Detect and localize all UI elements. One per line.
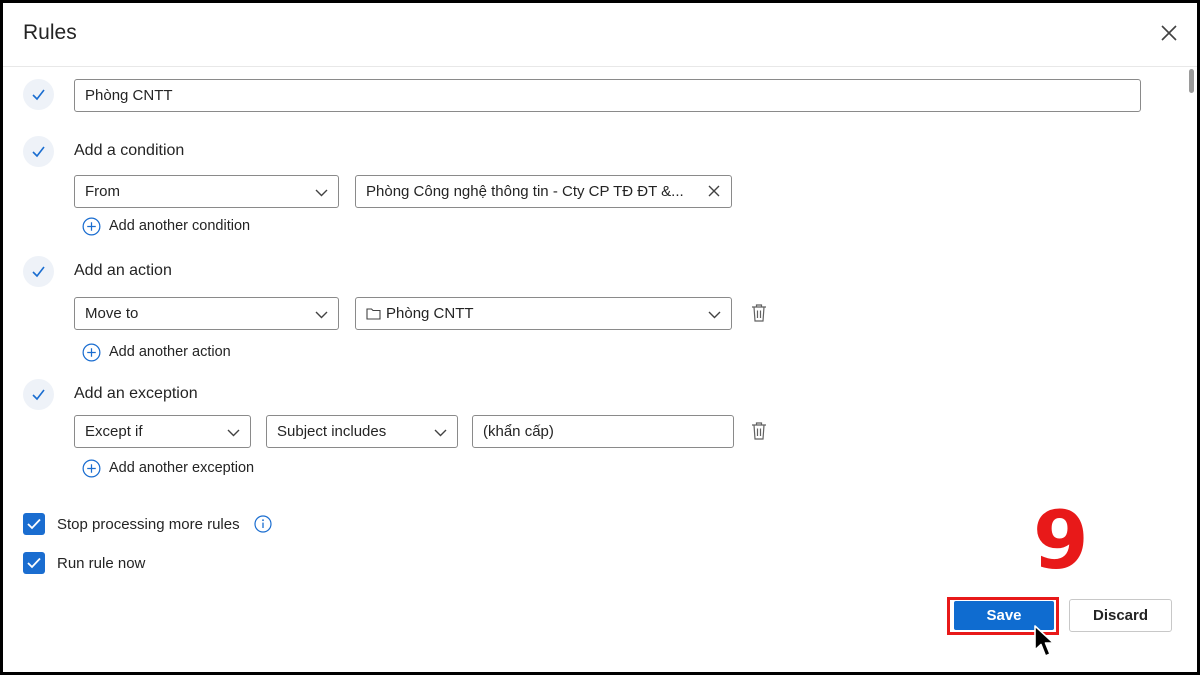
stop-processing-checkbox[interactable]: [23, 513, 45, 535]
check-icon: [32, 266, 45, 278]
exception-value-input[interactable]: (khẩn cấp): [472, 415, 734, 448]
exception-field-value: Subject includes: [277, 423, 387, 440]
action-label: Add an action: [74, 262, 172, 279]
condition-value-text: Phòng Công nghệ thông tin - Cty CP TĐ ĐT…: [366, 183, 684, 200]
step-check-exception: [23, 379, 54, 410]
close-icon: [1161, 25, 1177, 41]
step-check-condition: [23, 136, 54, 167]
step-check-name: [23, 79, 54, 110]
chevron-down-icon: [315, 311, 328, 319]
exception-label: Add an exception: [74, 385, 198, 402]
add-action-button[interactable]: Add another action: [82, 341, 231, 363]
stop-processing-option: Stop processing more rules: [23, 513, 272, 535]
run-now-checkbox[interactable]: [23, 552, 45, 574]
exception-field-dropdown[interactable]: Subject includes: [266, 415, 458, 448]
exception-type-dropdown[interactable]: Except if: [74, 415, 251, 448]
add-exception-button[interactable]: Add another exception: [82, 457, 254, 479]
check-icon: [32, 89, 45, 101]
action-folder-dropdown[interactable]: Phòng CNTT: [355, 297, 732, 330]
trash-icon: [752, 304, 766, 322]
cursor-icon: [1034, 625, 1055, 657]
discard-button[interactable]: Discard: [1069, 599, 1172, 632]
dialog-title: Rules: [23, 21, 77, 44]
step-check-action: [23, 256, 54, 287]
rules-dialog: Rules Phòng CNTT Add a condition From Ph…: [3, 3, 1197, 672]
chevron-down-icon: [434, 429, 447, 437]
add-condition-label: Add another condition: [109, 218, 251, 234]
dialog-header: Rules: [3, 3, 1197, 67]
condition-field-dropdown[interactable]: From: [74, 175, 339, 208]
info-icon[interactable]: [253, 515, 272, 533]
trash-icon: [752, 422, 766, 440]
plus-circle-icon: [82, 459, 101, 477]
check-icon: [27, 518, 41, 530]
add-condition-button[interactable]: Add another condition: [82, 215, 250, 237]
close-icon[interactable]: [707, 184, 721, 198]
chevron-down-icon: [315, 189, 328, 197]
action-folder-value: Phòng CNTT: [386, 305, 474, 322]
condition-field-value: From: [85, 183, 120, 200]
condition-value-field[interactable]: Phòng Công nghệ thông tin - Cty CP TĐ ĐT…: [355, 175, 732, 208]
plus-circle-icon: [82, 343, 101, 361]
condition-label: Add a condition: [74, 142, 185, 159]
delete-action-button[interactable]: [750, 303, 768, 323]
rule-name-input[interactable]: Phòng CNTT: [74, 79, 1141, 112]
close-button[interactable]: [1157, 21, 1181, 45]
stop-processing-label: Stop processing more rules: [57, 515, 240, 533]
run-now-label: Run rule now: [57, 554, 146, 572]
chevron-down-icon: [227, 429, 240, 437]
exception-type-value: Except if: [85, 423, 143, 440]
scrollbar[interactable]: [1189, 69, 1194, 93]
check-icon: [32, 146, 45, 158]
step-number-annotation: 9: [1033, 494, 1089, 587]
check-icon: [32, 389, 45, 401]
plus-circle-icon: [82, 217, 101, 235]
check-icon: [27, 557, 41, 569]
folder-icon: [366, 308, 381, 320]
action-field-dropdown[interactable]: Move to: [74, 297, 339, 330]
action-field-value: Move to: [85, 305, 139, 322]
add-action-label: Add another action: [109, 344, 231, 360]
run-now-option: Run rule now: [23, 552, 145, 574]
delete-exception-button[interactable]: [750, 421, 768, 441]
chevron-down-icon: [708, 311, 721, 319]
add-exception-label: Add another exception: [109, 460, 255, 476]
